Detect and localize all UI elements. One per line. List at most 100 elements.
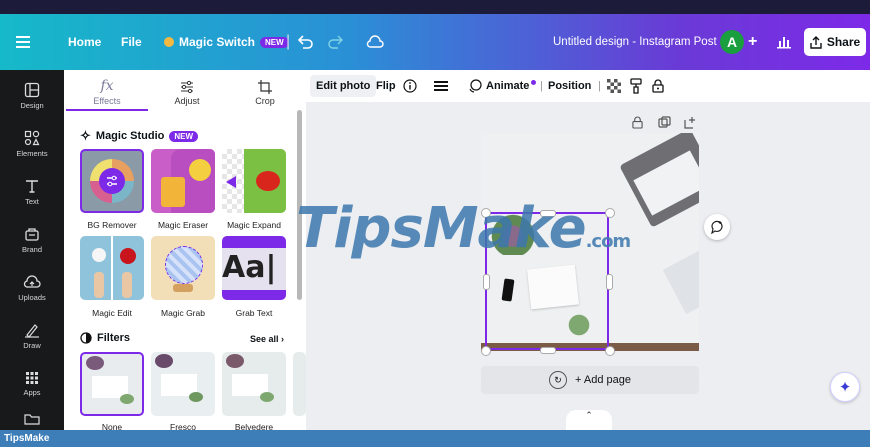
rail-item-design[interactable]: Design — [0, 72, 64, 120]
tab-crop[interactable]: Crop — [230, 70, 300, 110]
filter-partial-tile[interactable] — [293, 352, 306, 416]
animate-button[interactable]: Animate — [468, 70, 537, 102]
text-icon — [26, 180, 38, 193]
tile-label: Grab Text — [235, 308, 273, 318]
design-icon — [24, 82, 40, 98]
add-collaborator-icon[interactable]: + — [748, 14, 757, 70]
ladybug-icon — [256, 171, 280, 191]
duplicate-page-icon[interactable] — [658, 116, 671, 132]
copy-style-icon[interactable] — [630, 70, 642, 102]
share-label: Share — [826, 35, 861, 49]
flip-button[interactable]: Flip — [376, 70, 396, 102]
home-button[interactable]: Home — [68, 14, 101, 70]
adjust-sliders-icon — [181, 80, 193, 94]
filters-title: Filters — [97, 332, 131, 344]
rail-label: Elements — [16, 149, 48, 158]
magic-edit-tile[interactable] — [80, 236, 144, 300]
bg-remover-tile[interactable] — [80, 149, 144, 213]
edit-photo-button[interactable]: Edit photo — [310, 75, 377, 97]
rail-label: Draw — [23, 341, 41, 350]
tab-adjust[interactable]: Adjust — [152, 70, 222, 110]
rail-item-folder[interactable] — [0, 408, 64, 432]
bg-remover-icon — [99, 168, 125, 194]
share-button[interactable]: Share — [804, 28, 866, 56]
tab-label: Effects — [93, 96, 121, 106]
undo-icon[interactable] — [297, 14, 313, 70]
animate-icon — [469, 79, 482, 93]
crop-icon — [258, 80, 272, 94]
page-lock-icon[interactable] — [632, 116, 643, 132]
tile-label: Magic Eraser — [157, 220, 209, 230]
rail-item-apps[interactable]: Apps — [0, 360, 64, 408]
context-toolbar: Edit photo Flip Animate | Position | — [306, 70, 870, 103]
sparkle-icon: ✦ — [838, 379, 852, 396]
file-menu-button[interactable]: File — [121, 14, 142, 70]
divider: | — [598, 80, 601, 92]
divider: | — [286, 33, 291, 50]
rail-item-brand[interactable]: Brand — [0, 216, 64, 264]
rail-item-text[interactable]: Text — [0, 168, 64, 216]
design-title[interactable]: Untitled design - Instagram Post — [553, 14, 717, 70]
chevron-up-icon: ⌃ — [585, 410, 593, 420]
rail-label: Apps — [23, 388, 41, 397]
tab-label: Crop — [255, 96, 275, 106]
fx-icon: fx — [100, 78, 114, 94]
comment-button[interactable] — [704, 214, 730, 240]
resize-handle[interactable] — [483, 274, 490, 290]
top-header: Home File Magic Switch NEW | Untitled de… — [0, 14, 870, 70]
resize-handle[interactable] — [605, 346, 615, 356]
footer-brand-bar: TipsMake — [0, 430, 870, 447]
filter-fresco-tile[interactable] — [151, 352, 215, 416]
grab-text-tile[interactable]: Aa| — [222, 236, 286, 300]
tile-label: Magic Edit — [92, 308, 132, 318]
add-page-button[interactable]: ↻ + Add page — [481, 366, 699, 394]
upload-cloud-icon — [23, 275, 41, 288]
rail-label: Design — [20, 101, 44, 110]
tab-effects[interactable]: fx Effects — [72, 70, 142, 110]
cloud-save-icon[interactable] — [366, 14, 384, 70]
lock-icon[interactable] — [652, 70, 664, 102]
info-icon[interactable] — [403, 70, 417, 102]
left-rail: Design Elements Text Brand Uploads Draw … — [0, 70, 64, 432]
sparkle-icon: ✧ — [80, 128, 91, 143]
rail-item-uploads[interactable]: Uploads — [0, 264, 64, 312]
rail-item-draw[interactable]: Draw — [0, 312, 64, 360]
tile-label: Magic Expand — [227, 220, 281, 230]
magic-eraser-tile[interactable] — [151, 149, 215, 213]
magic-switch-button[interactable]: Magic Switch NEW — [164, 14, 289, 70]
rail-label: Uploads — [18, 293, 46, 302]
magic-assistant-button[interactable]: ✦ — [830, 372, 860, 402]
browser-strip — [0, 0, 870, 14]
avatar[interactable]: A — [720, 30, 744, 54]
rail-label: Text — [25, 197, 39, 206]
laptop-image-2 — [662, 241, 699, 315]
add-page-icon[interactable] — [684, 116, 697, 132]
page-strip-toggle[interactable]: ⌃ — [566, 410, 612, 430]
rail-item-elements[interactable]: Elements — [0, 120, 64, 168]
see-all-filters-link[interactable]: See all › — [250, 334, 284, 344]
border-style-icon[interactable] — [434, 70, 448, 102]
magic-expand-tile[interactable] — [222, 149, 286, 213]
magic-studio-heading: ✧ Magic Studio NEW — [80, 128, 199, 144]
resize-handle[interactable] — [540, 347, 556, 354]
transparency-icon[interactable] — [607, 70, 621, 102]
resize-handle[interactable] — [481, 346, 491, 356]
rail-label: Brand — [21, 245, 42, 254]
draw-icon — [25, 324, 39, 338]
magic-grab-tile[interactable] — [151, 236, 215, 300]
filter-none-tile[interactable] — [80, 352, 144, 416]
tile-label: Magic Grab — [161, 308, 205, 318]
insights-icon[interactable] — [777, 14, 791, 70]
resize-handle[interactable] — [606, 274, 613, 290]
filter-belvedere-tile[interactable] — [222, 352, 286, 416]
elements-icon — [24, 130, 40, 146]
active-tab-indicator — [66, 109, 148, 111]
folder-icon — [24, 413, 40, 425]
add-page-label: + Add page — [575, 374, 631, 386]
new-badge: NEW — [260, 36, 289, 48]
redo-icon[interactable] — [328, 14, 344, 70]
comment-icon — [711, 220, 723, 234]
menu-icon[interactable] — [16, 14, 30, 70]
magic-studio-title: Magic Studio — [95, 130, 165, 142]
position-button[interactable]: Position — [548, 70, 591, 102]
